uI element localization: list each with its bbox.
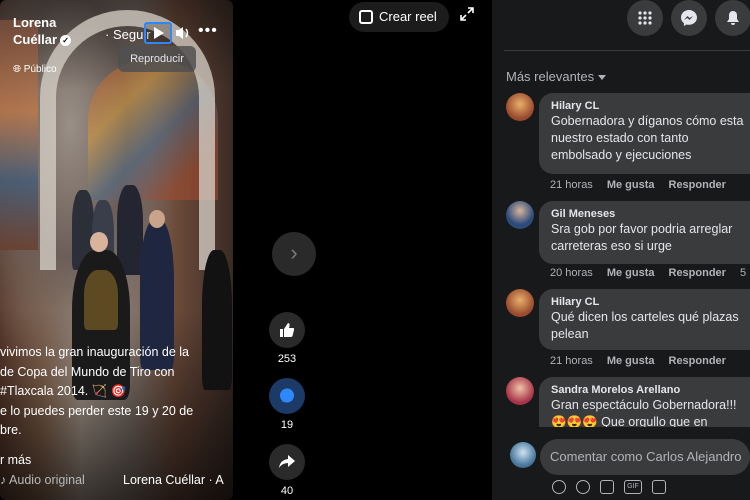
- reply-link[interactable]: Responder: [669, 267, 726, 279]
- caption-line: #Tlaxcala 2014. 🏹 🎯: [0, 384, 127, 398]
- audio-author[interactable]: Lorena Cuéllar · A: [123, 473, 224, 487]
- comment-text: 😍😍😍 Que orgullo que en: [551, 415, 708, 427]
- author-name[interactable]: Lorena Cuéllar ✓: [13, 14, 83, 48]
- create-reel-button[interactable]: Crear reel: [349, 2, 449, 32]
- avatar-sticker-icon[interactable]: [652, 480, 666, 494]
- comment-meta: 21 horas Me gusta Responder: [550, 179, 740, 191]
- caption-line: de Copa del Mundo de Tiro con: [0, 364, 175, 379]
- comments-panel: Más relevantes Hilary CL Gobernadora y d…: [492, 0, 750, 500]
- menu-grid-icon[interactable]: [627, 0, 663, 36]
- notifications-bell-icon[interactable]: [715, 0, 750, 36]
- verified-badge-icon: ✓: [60, 35, 72, 47]
- comment-text: pelean: [551, 327, 589, 341]
- like-link[interactable]: Me gusta: [607, 179, 655, 191]
- caption-line: bre.: [0, 423, 22, 437]
- comment-author[interactable]: Hilary CL: [551, 99, 750, 113]
- comment-author[interactable]: Sandra Morelos Arellano: [551, 383, 750, 397]
- chevron-right-icon: ›: [290, 240, 298, 265]
- reply-link[interactable]: Responder: [669, 355, 726, 367]
- comment-author[interactable]: Gil Meneses: [551, 207, 750, 221]
- avatar[interactable]: [506, 377, 534, 405]
- comment-bubble: Sandra Morelos Arellano Gran espectáculo…: [539, 377, 750, 427]
- comment-text: Qué dicen los carteles qué plazas: [551, 310, 739, 324]
- reel-video[interactable]: Lorena Cuéllar ✓ 🌐︎ Público · Seguir ••• …: [0, 0, 233, 500]
- divider: [504, 50, 750, 51]
- video-caption: vivimos la gran inauguración de la de Co…: [0, 343, 232, 470]
- avatar[interactable]: [506, 289, 534, 317]
- play-tooltip: Reproducir: [118, 46, 196, 72]
- comment-text: nuestro estado con tanto: [551, 131, 689, 145]
- expand-icon[interactable]: [459, 6, 475, 22]
- volume-icon[interactable]: [174, 24, 192, 42]
- comment-input[interactable]: Comentar como Carlos Alejandro: [540, 439, 750, 475]
- comment-bubble: Hilary CL Qué dicen los carteles qué pla…: [539, 289, 750, 350]
- like-count: 253: [277, 353, 297, 365]
- next-reel-button[interactable]: ›: [272, 232, 316, 276]
- sort-dropdown[interactable]: Más relevantes: [506, 69, 607, 84]
- like-icon[interactable]: [269, 312, 305, 348]
- create-reel-label: Crear reel: [379, 9, 437, 24]
- play-icon: [154, 27, 164, 39]
- reel-icon: [359, 10, 373, 24]
- like-link[interactable]: Me gusta: [607, 267, 655, 279]
- like-action[interactable]: 253: [269, 312, 305, 365]
- like-link[interactable]: Me gusta: [607, 355, 655, 367]
- comment-meta: 21 horas Me gusta Responder: [550, 355, 740, 367]
- comment-meta: 20 horas Me gusta Responder 5: [550, 267, 750, 279]
- share-icon[interactable]: [269, 444, 305, 480]
- reaction-count: 5: [739, 267, 747, 279]
- share-count: 40: [280, 485, 294, 497]
- camera-icon[interactable]: [600, 480, 614, 494]
- see-more-link[interactable]: r más: [0, 451, 232, 471]
- comment-text: Gran espectáculo Gobernadora!!!: [551, 398, 737, 412]
- share-action[interactable]: 40: [269, 444, 305, 497]
- emoji-icon[interactable]: [576, 480, 590, 494]
- sticker-icon[interactable]: [552, 480, 566, 494]
- caret-down-icon: [598, 75, 607, 81]
- comment-text: Gobernadora y díganos cómo esta: [551, 114, 744, 128]
- comment-action[interactable]: 19: [269, 378, 305, 431]
- gif-icon[interactable]: GIF: [624, 480, 642, 494]
- sort-label: Más relevantes: [506, 69, 595, 84]
- reply-link[interactable]: Responder: [669, 179, 726, 191]
- caption-line: vivimos la gran inauguración de la: [0, 345, 189, 359]
- comment-time[interactable]: 20 horas: [550, 267, 593, 279]
- audience-label: 🌐︎ Público: [13, 64, 57, 75]
- avatar[interactable]: [506, 201, 534, 229]
- globe-icon: 🌐︎: [13, 64, 21, 75]
- music-note-icon: ♪: [0, 473, 7, 487]
- comment-author[interactable]: Hilary CL: [551, 295, 750, 309]
- play-button[interactable]: [144, 22, 172, 44]
- comment-time[interactable]: 21 horas: [550, 355, 593, 367]
- composer-icons: GIF: [552, 480, 742, 496]
- avatar[interactable]: [506, 93, 534, 121]
- comment-text: Sra gob por favor podria arreglar: [551, 222, 733, 236]
- comment-time[interactable]: 21 horas: [550, 179, 593, 191]
- messenger-icon[interactable]: [671, 0, 707, 36]
- comment-text: carreteras eso si urge: [551, 239, 672, 253]
- comment-icon[interactable]: [269, 378, 305, 414]
- caption-line: e lo puedes perder este 19 y 20 de: [0, 403, 194, 418]
- comment-text: embolsado y ejecuciones: [551, 148, 692, 162]
- top-nav-icons: [492, 0, 750, 42]
- comment-bubble: Gil Meneses Sra gob por favor podria arr…: [539, 201, 750, 264]
- more-options-icon[interactable]: •••: [198, 22, 218, 40]
- current-user-avatar: [510, 442, 536, 468]
- comment-bubble: Hilary CL Gobernadora y díganos cómo est…: [539, 93, 750, 174]
- comment-count: 19: [280, 419, 294, 431]
- audio-label[interactable]: ♪ Audio original: [0, 473, 85, 487]
